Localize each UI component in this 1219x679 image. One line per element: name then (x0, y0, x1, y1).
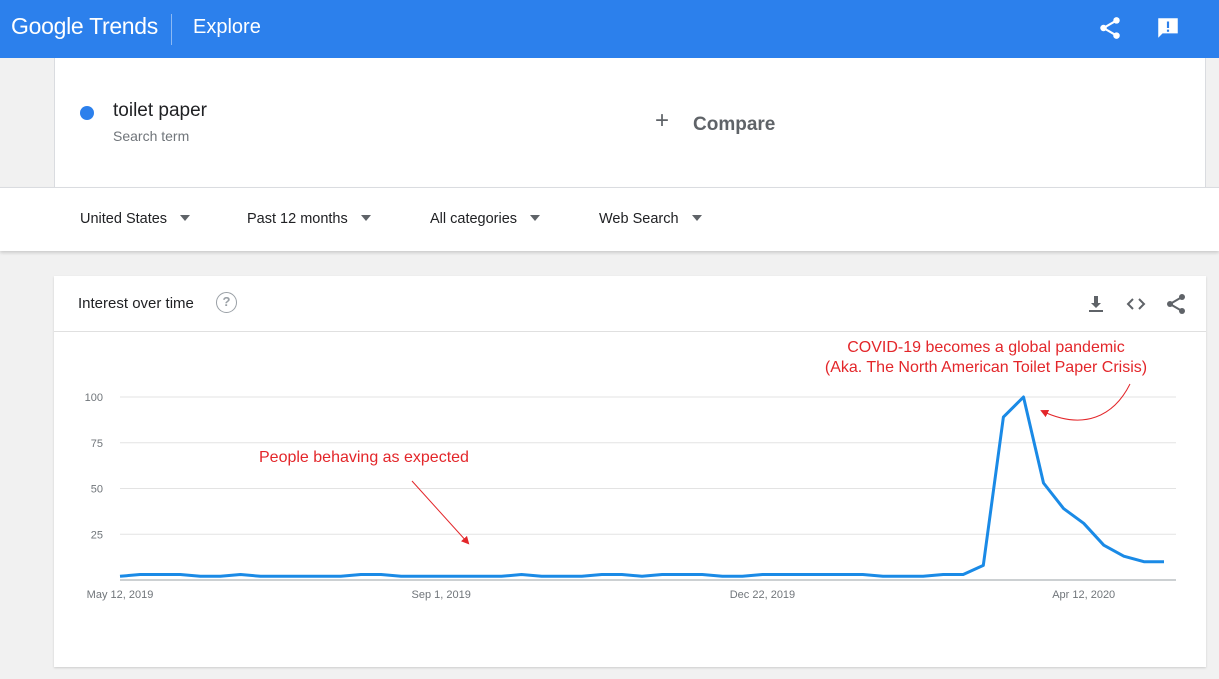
caret-down-icon (360, 215, 371, 221)
app-header: Google Trends Explore (0, 0, 1219, 58)
interest-line-chart: 25 50 75 100 May 12, 2019 Sep 1, 2019 Dec 22,… (85, 339, 1176, 601)
annotation-spike-arrow (1040, 383, 1131, 421)
term-color-dot (80, 106, 94, 120)
search-term-name: toilet paper (113, 100, 208, 121)
annotation-normal-arrow (411, 480, 470, 545)
x-tick-label: Dec 22, 2019 (730, 589, 795, 601)
category-value: All categories (430, 211, 518, 227)
caret-down-icon (180, 215, 191, 221)
logo-google-text: Google (11, 13, 84, 39)
series-line-toilet-paper (119, 395, 1164, 578)
x-axis: May 12, 2019 Sep 1, 2019 Dec 22, 2019 Apr 1… (87, 589, 1116, 601)
search-type-dropdown[interactable]: Web Search (599, 211, 702, 227)
y-tick-label: 50 (91, 484, 103, 496)
compare-button[interactable]: + Compare (629, 58, 1206, 187)
annotation-spike-line2: (Aka. The North American Toilet Paper Cr… (825, 359, 1147, 376)
share-icon[interactable] (1097, 15, 1123, 41)
plus-icon: + (655, 107, 670, 134)
time-range-value: Past 12 months (247, 211, 348, 227)
time-range-dropdown[interactable]: Past 12 months (247, 211, 371, 227)
page-title: Explore (193, 16, 261, 38)
search-term-card[interactable]: toilet paper Search term (54, 58, 630, 187)
annotation-spike-line1: COVID-19 becomes a global pandemic (847, 339, 1124, 356)
header-divider (171, 14, 172, 45)
y-tick-label: 75 (91, 438, 103, 450)
x-tick-label: May 12, 2019 (87, 589, 154, 601)
x-tick-label: Sep 1, 2019 (412, 589, 471, 601)
compare-label: Compare (693, 114, 776, 135)
search-terms-panel: toilet paper Search term + Compare (0, 58, 1219, 187)
search-term-subtitle: Search term (113, 128, 190, 144)
caret-down-icon (530, 215, 541, 221)
logo-trends-text: Trends (89, 13, 158, 39)
feedback-icon[interactable] (1155, 15, 1181, 41)
chart-gridlines (120, 396, 1176, 581)
y-axis: 25 50 75 100 (85, 392, 103, 541)
y-tick-label: 100 (85, 392, 103, 404)
region-dropdown[interactable]: United States (80, 211, 191, 227)
y-tick-label: 25 (91, 529, 103, 541)
caret-down-icon (691, 215, 702, 221)
search-type-value: Web Search (599, 211, 679, 227)
filters-bar: United States Past 12 months All categor… (0, 187, 1219, 251)
category-dropdown[interactable]: All categories (430, 211, 541, 227)
x-tick-label: Apr 12, 2020 (1052, 589, 1115, 601)
region-value: United States (80, 211, 168, 227)
annotation-normal-label: People behaving as expected (259, 449, 469, 466)
google-trends-logo[interactable]: Google Trends (11, 13, 158, 40)
interest-over-time-card: Interest over time ? 25 50 75 100 May 12, 2… (54, 276, 1206, 667)
